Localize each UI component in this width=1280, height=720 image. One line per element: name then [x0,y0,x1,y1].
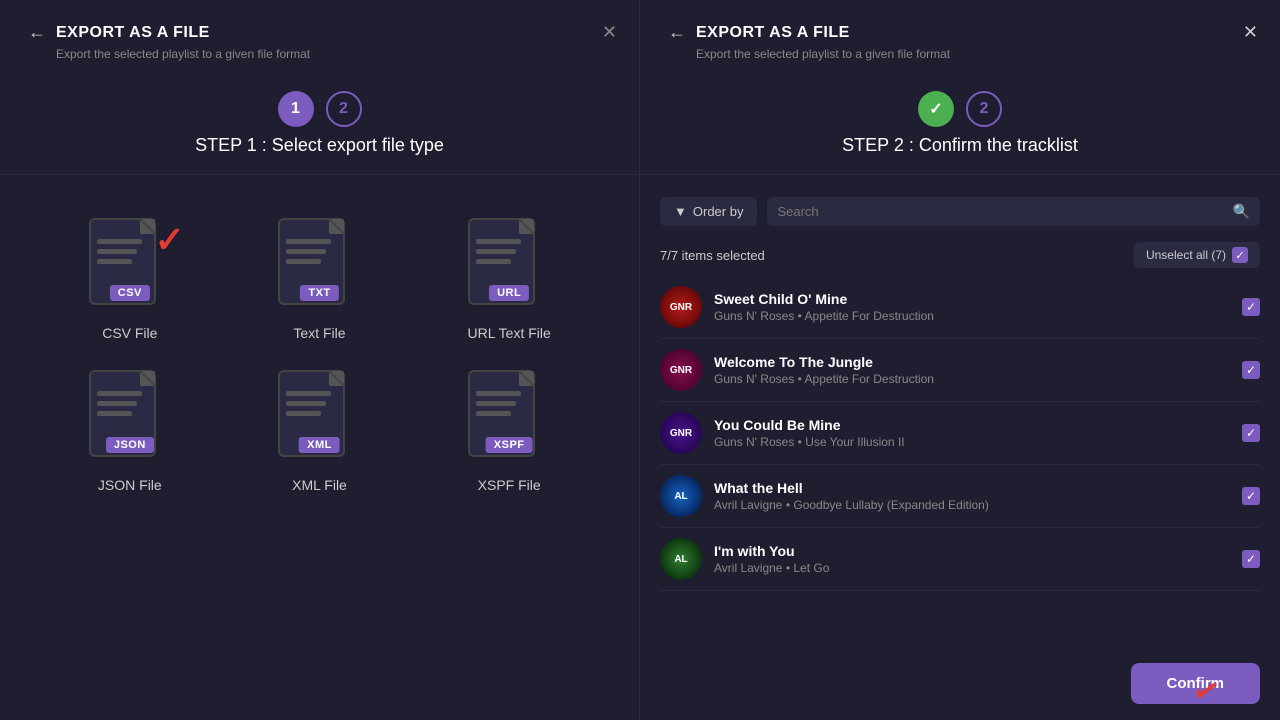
json-badge: JSON [106,437,154,453]
track-item[interactable]: GNR Sweet Child O' Mine Guns N' Roses • … [660,276,1260,339]
left-step-label: STEP 1 : Select export file type [195,135,444,155]
track-info: What the Hell Avril Lavigne • Goodbye Lu… [714,480,1230,512]
right-panel: ← EXPORT AS A FILE Export the selected p… [640,0,1280,720]
csv-label: CSV File [102,325,157,341]
right-header: ← EXPORT AS A FILE Export the selected p… [640,0,1280,73]
close-right-button[interactable]: ✕ [1243,22,1258,43]
file-type-xspf[interactable]: XSPF XSPF File [429,361,589,493]
back-arrow-right[interactable]: ← [668,22,686,43]
left-panel: ← EXPORT AS A FILE Export the selected p… [0,0,640,720]
left-panel-subtitle: Export the selected playlist to a given … [56,47,611,61]
order-by-button[interactable]: ▼ Order by [660,197,757,226]
xspf-label: XSPF File [478,477,541,493]
csv-check-icon: ✓ [155,219,185,261]
selection-row: 7/7 items selected Unselect all (7) ✓ [640,234,1280,276]
step-1-done-bubble: ✓ [918,91,954,127]
track-item[interactable]: AL I'm with You Avril Lavigne • Let Go ✓ [660,528,1260,591]
url-badge: URL [489,285,529,301]
file-type-csv[interactable]: CSV ✓ CSV File [50,209,210,341]
confirm-button[interactable]: Confirm [1131,663,1261,704]
xspf-badge: XSPF [486,437,533,453]
right-step-label: STEP 2 : Confirm the tracklist [842,135,1078,155]
step-2-active-bubble: 2 [966,91,1002,127]
file-type-url[interactable]: URL URL Text File [429,209,589,341]
step-1-bubble: 1 [278,91,314,127]
track-item[interactable]: AL What the Hell Avril Lavigne • Goodbye… [660,465,1260,528]
right-panel-title: EXPORT AS A FILE [696,24,850,42]
track-info: Sweet Child O' Mine Guns N' Roses • Appe… [714,291,1230,323]
txt-badge: TXT [300,285,338,301]
file-type-txt[interactable]: TXT Text File [240,209,400,341]
track-info: I'm with You Avril Lavigne • Let Go [714,543,1230,575]
track-avatar: GNR [660,286,702,328]
track-avatar: AL [660,475,702,517]
track-item[interactable]: GNR Welcome To The Jungle Guns N' Roses … [660,339,1260,402]
url-label: URL Text File [468,325,551,341]
track-avatar: GNR [660,349,702,391]
toolbar-row: ▼ Order by 🔍 [640,189,1280,234]
step-2-bubble: 2 [326,91,362,127]
right-panel-subtitle: Export the selected playlist to a given … [696,47,1252,61]
txt-label: Text File [293,325,345,341]
track-checkbox[interactable]: ✓ [1242,298,1260,316]
search-icon: 🔍 [1233,203,1250,220]
track-checkbox[interactable]: ✓ [1242,361,1260,379]
search-input[interactable] [777,204,1232,219]
track-info: You Could Be Mine Guns N' Roses • Use Yo… [714,417,1230,449]
right-steps-row: ✓ 2 [640,91,1280,127]
left-header: ← EXPORT AS A FILE Export the selected p… [0,0,639,73]
track-checkbox[interactable]: ✓ [1242,424,1260,442]
xml-label: XML File [292,477,347,493]
unselect-all-button[interactable]: Unselect all (7) ✓ [1134,242,1260,268]
left-divider [0,174,639,175]
track-item[interactable]: GNR You Could Be Mine Guns N' Roses • Us… [660,402,1260,465]
csv-badge: CSV [110,285,150,301]
items-selected-label: 7/7 items selected [660,248,765,263]
track-avatar: AL [660,538,702,580]
file-type-json[interactable]: JSON JSON File [50,361,210,493]
tracklist: GNR Sweet Child O' Mine Guns N' Roses • … [640,276,1280,653]
search-box: 🔍 [767,197,1260,226]
json-label: JSON File [98,477,162,493]
close-left-button[interactable]: ✕ [602,22,617,43]
left-steps-row: 1 2 [278,91,362,127]
track-avatar: GNR [660,412,702,454]
file-type-grid: CSV ✓ CSV File TXT Text File [0,189,639,513]
track-checkbox[interactable]: ✓ [1242,550,1260,568]
track-info: Welcome To The Jungle Guns N' Roses • Ap… [714,354,1230,386]
sort-icon: ▼ [674,204,687,219]
track-checkbox[interactable]: ✓ [1242,487,1260,505]
right-divider [640,174,1280,175]
back-arrow-left[interactable]: ← [28,22,46,43]
unselect-all-checkbox: ✓ [1232,247,1248,263]
left-panel-title: EXPORT AS A FILE [56,24,210,42]
confirm-footer: Confirm ✓ [640,653,1280,720]
xml-badge: XML [299,437,340,453]
file-type-xml[interactable]: XML XML File [240,361,400,493]
